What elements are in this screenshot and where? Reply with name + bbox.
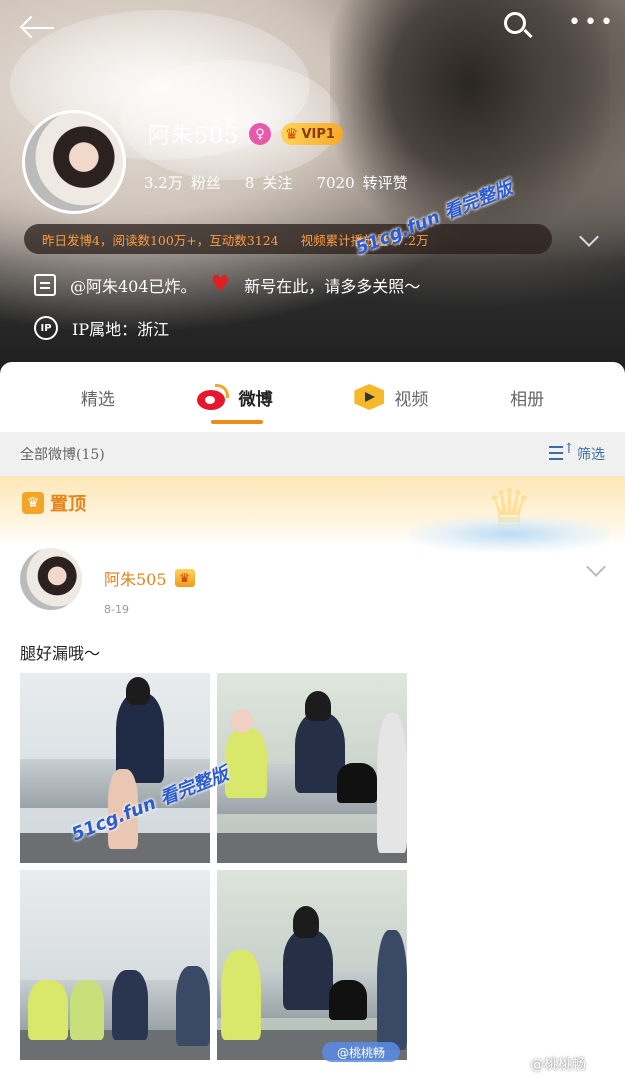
activity-highlight-bar[interactable]: 昨日发博4，阅读数100万+，互动数3124 视频累计播放量77.2万	[24, 224, 552, 254]
crown-icon: ♛	[285, 125, 299, 143]
post-menu-chevron-icon[interactable]	[586, 557, 606, 577]
post-photo[interactable]	[20, 673, 210, 863]
post-avatar[interactable]	[20, 548, 82, 610]
ip-icon: IP	[34, 316, 58, 340]
photo-person	[221, 950, 261, 1040]
photo-person	[377, 930, 407, 1050]
tab-label: 视频	[394, 389, 429, 410]
photo-person	[283, 930, 333, 1010]
tab-featured[interactable]: 精选	[81, 362, 115, 432]
photo-hair	[293, 906, 319, 938]
photo-bag	[329, 980, 367, 1020]
photo-person	[70, 980, 104, 1040]
stat-label: 转评赞	[362, 174, 408, 192]
top-bar: •••	[0, 0, 625, 55]
profile-name-row: 阿朱505 ♀ ♛ VIP1	[148, 118, 343, 150]
document-icon	[34, 273, 56, 296]
back-arrow-icon[interactable]	[20, 16, 56, 40]
search-icon[interactable]	[502, 10, 534, 42]
bio-prefix: @阿朱404已炸。	[70, 276, 197, 296]
photo-tag-watermark: @桃桃畅	[322, 1042, 400, 1062]
stat-value: 3.2万	[144, 174, 183, 192]
footer-watermark: @桃桃畅	[530, 1057, 586, 1073]
cloud-decoration	[410, 516, 610, 552]
gender-badge-icon: ♀	[249, 123, 271, 145]
stat-following[interactable]: 8 关注	[245, 172, 293, 193]
photo-bag	[337, 763, 377, 803]
filter-label: 筛选	[577, 447, 605, 463]
stat-interactions[interactable]: 7020 转评赞	[316, 172, 407, 193]
tab-label: 微博	[238, 389, 273, 410]
vip-badge[interactable]: ♛ VIP1	[281, 123, 343, 145]
pinned-banner: ♛	[0, 476, 625, 552]
bio-row: @阿朱404已炸。 ♥ 新号在此，请多多关照～	[34, 272, 420, 297]
pin-crown-icon: ♛	[22, 492, 44, 514]
post-author[interactable]: 阿朱505 ♛	[104, 566, 195, 590]
photo-person	[377, 713, 407, 853]
profile-stats: 3.2万 粉丝 8 关注 7020 转评赞	[144, 172, 408, 193]
photo-hair	[126, 677, 150, 705]
more-icon[interactable]: •••	[568, 12, 613, 34]
post-author-name: 阿朱505	[104, 570, 167, 589]
tab-weibo[interactable]: 微博	[196, 362, 273, 432]
weibo-logo-arc	[214, 384, 229, 398]
search-icon-handle	[523, 28, 533, 39]
pinned-label: ♛ 置顶	[22, 490, 86, 516]
post-photo[interactable]	[217, 673, 407, 863]
photo-person	[225, 728, 267, 798]
avatar[interactable]	[22, 110, 126, 214]
photo-hair	[305, 691, 331, 721]
photo-head	[231, 709, 253, 733]
post-photo[interactable]	[20, 870, 210, 1060]
tab-label: 相册	[510, 389, 545, 410]
ip-location: IP属地：浙江	[72, 320, 170, 339]
stat-value: 7020	[316, 174, 355, 192]
tab-label: 精选	[80, 389, 115, 410]
filter-button[interactable]: 筛选	[549, 441, 605, 464]
member-crown-icon: ♛	[174, 569, 195, 587]
profile-name: 阿朱505	[148, 124, 239, 149]
stat-label: 关注	[262, 174, 293, 192]
weibo-logo-icon	[196, 384, 229, 410]
sort-filter-icon	[549, 441, 575, 462]
tab-video[interactable]: 视频	[354, 362, 428, 432]
video-play-icon	[354, 384, 385, 410]
all-posts-count[interactable]: 全部微博(15)	[20, 444, 105, 464]
activity-summary: 昨日发博4，阅读数100万+，互动数3124	[42, 232, 279, 248]
filter-bar: 全部微博(15) 筛选	[0, 432, 625, 476]
photo-person	[112, 970, 148, 1040]
pinned-text: 置顶	[50, 494, 86, 515]
photo-person	[28, 980, 68, 1040]
tab-album[interactable]: 相册	[510, 362, 544, 432]
stat-followers[interactable]: 3.2万 粉丝	[144, 172, 221, 193]
vip-label: VIP1	[301, 126, 335, 142]
profile-tabs: 精选 微博 视频 相册	[0, 362, 625, 432]
active-tab-indicator	[210, 420, 263, 424]
post-photo[interactable]	[217, 870, 407, 1060]
post-text: 腿好漏哦～	[20, 644, 101, 663]
stat-value: 8	[244, 174, 255, 192]
bio-suffix: 新号在此，请多多关照～	[244, 276, 421, 296]
ip-location-row: IP IP属地：浙江	[34, 316, 169, 340]
photo-person	[176, 966, 210, 1046]
post-date: 8-19	[104, 603, 129, 616]
heart-icon: ♥	[210, 272, 231, 297]
stat-label: 粉丝	[190, 174, 221, 192]
